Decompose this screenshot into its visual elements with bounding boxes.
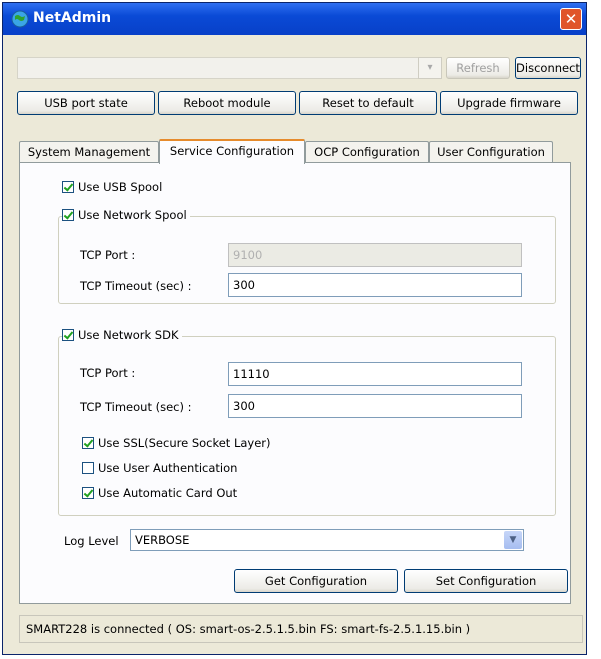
sdk-tcp-timeout-label: TCP Timeout (sec) : — [80, 400, 192, 414]
checkbox-box[interactable] — [82, 487, 94, 499]
checkbox-label: Use USB Spool — [78, 180, 163, 194]
checkbox-box[interactable] — [82, 437, 94, 449]
device-selector[interactable] — [17, 57, 437, 79]
tab-system-management[interactable]: System Management — [19, 141, 159, 163]
upgrade-firmware-button[interactable]: Upgrade firmware — [440, 91, 578, 115]
tab-service-configuration[interactable]: Service Configuration — [159, 139, 305, 164]
log-level-label: Log Level — [64, 534, 119, 548]
status-bar: SMART228 is connected ( OS: smart-os-2.5… — [19, 615, 583, 643]
checkbox-box[interactable] — [62, 329, 74, 341]
tab-user-configuration[interactable]: User Configuration — [429, 141, 553, 163]
get-configuration-button[interactable]: Get Configuration — [234, 569, 398, 593]
refresh-button[interactable]: Refresh — [446, 57, 510, 79]
checkbox-box[interactable] — [82, 462, 94, 474]
sdk-tcp-timeout-input[interactable]: 300 — [228, 394, 522, 418]
netadmin-window: NetAdmin ✕ ▾ Refresh Disconnect USB port… — [2, 2, 587, 655]
use-usb-spool-checkbox[interactable]: Use USB Spool — [62, 180, 162, 194]
use-network-spool-checkbox[interactable]: Use Network Spool — [62, 208, 190, 222]
chevron-down-icon[interactable]: ▼ — [504, 531, 522, 549]
spool-tcp-timeout-label: TCP Timeout (sec) : — [80, 279, 192, 293]
log-level-select[interactable]: VERBOSE ▼ — [130, 529, 524, 551]
checkbox-label: Use User Authentication — [98, 461, 238, 475]
service-configuration-panel: Use USB Spool Use Network Spool TCP Port… — [19, 162, 571, 604]
window-title: NetAdmin — [33, 10, 112, 26]
log-level-value: VERBOSE — [135, 533, 190, 547]
network-globe-icon — [11, 10, 29, 28]
use-ssl-checkbox[interactable]: Use SSL(Secure Socket Layer) — [82, 436, 271, 450]
title-bar[interactable]: NetAdmin ✕ — [3, 3, 586, 35]
checkbox-label: Use SSL(Secure Socket Layer) — [98, 436, 271, 450]
tab-ocp-configuration[interactable]: OCP Configuration — [305, 141, 429, 163]
disconnect-button[interactable]: Disconnect — [515, 57, 581, 79]
spool-tcp-port-input[interactable]: 9100 — [228, 243, 522, 267]
use-network-sdk-checkbox[interactable]: Use Network SDK — [62, 328, 182, 342]
sdk-tcp-port-input[interactable]: 11110 — [228, 362, 522, 386]
set-configuration-button[interactable]: Set Configuration — [404, 569, 568, 593]
sdk-tcp-port-label: TCP Port : — [80, 366, 136, 380]
device-dropdown-icon[interactable]: ▾ — [418, 57, 442, 79]
checkbox-box[interactable] — [62, 209, 74, 221]
checkbox-label: Use Automatic Card Out — [98, 486, 238, 500]
use-user-authentication-checkbox[interactable]: Use User Authentication — [82, 461, 237, 475]
checkbox-box[interactable] — [62, 181, 74, 193]
use-automatic-card-out-checkbox[interactable]: Use Automatic Card Out — [82, 486, 237, 500]
checkbox-label: Use Network SDK — [78, 328, 179, 342]
close-button[interactable]: ✕ — [560, 8, 582, 30]
spool-tcp-port-label: TCP Port : — [80, 248, 136, 262]
usb-port-state-button[interactable]: USB port state — [17, 91, 155, 115]
reset-to-default-button[interactable]: Reset to default — [299, 91, 437, 115]
spool-tcp-timeout-input[interactable]: 300 — [228, 273, 522, 297]
reboot-module-button[interactable]: Reboot module — [158, 91, 296, 115]
checkbox-label: Use Network Spool — [78, 208, 187, 222]
